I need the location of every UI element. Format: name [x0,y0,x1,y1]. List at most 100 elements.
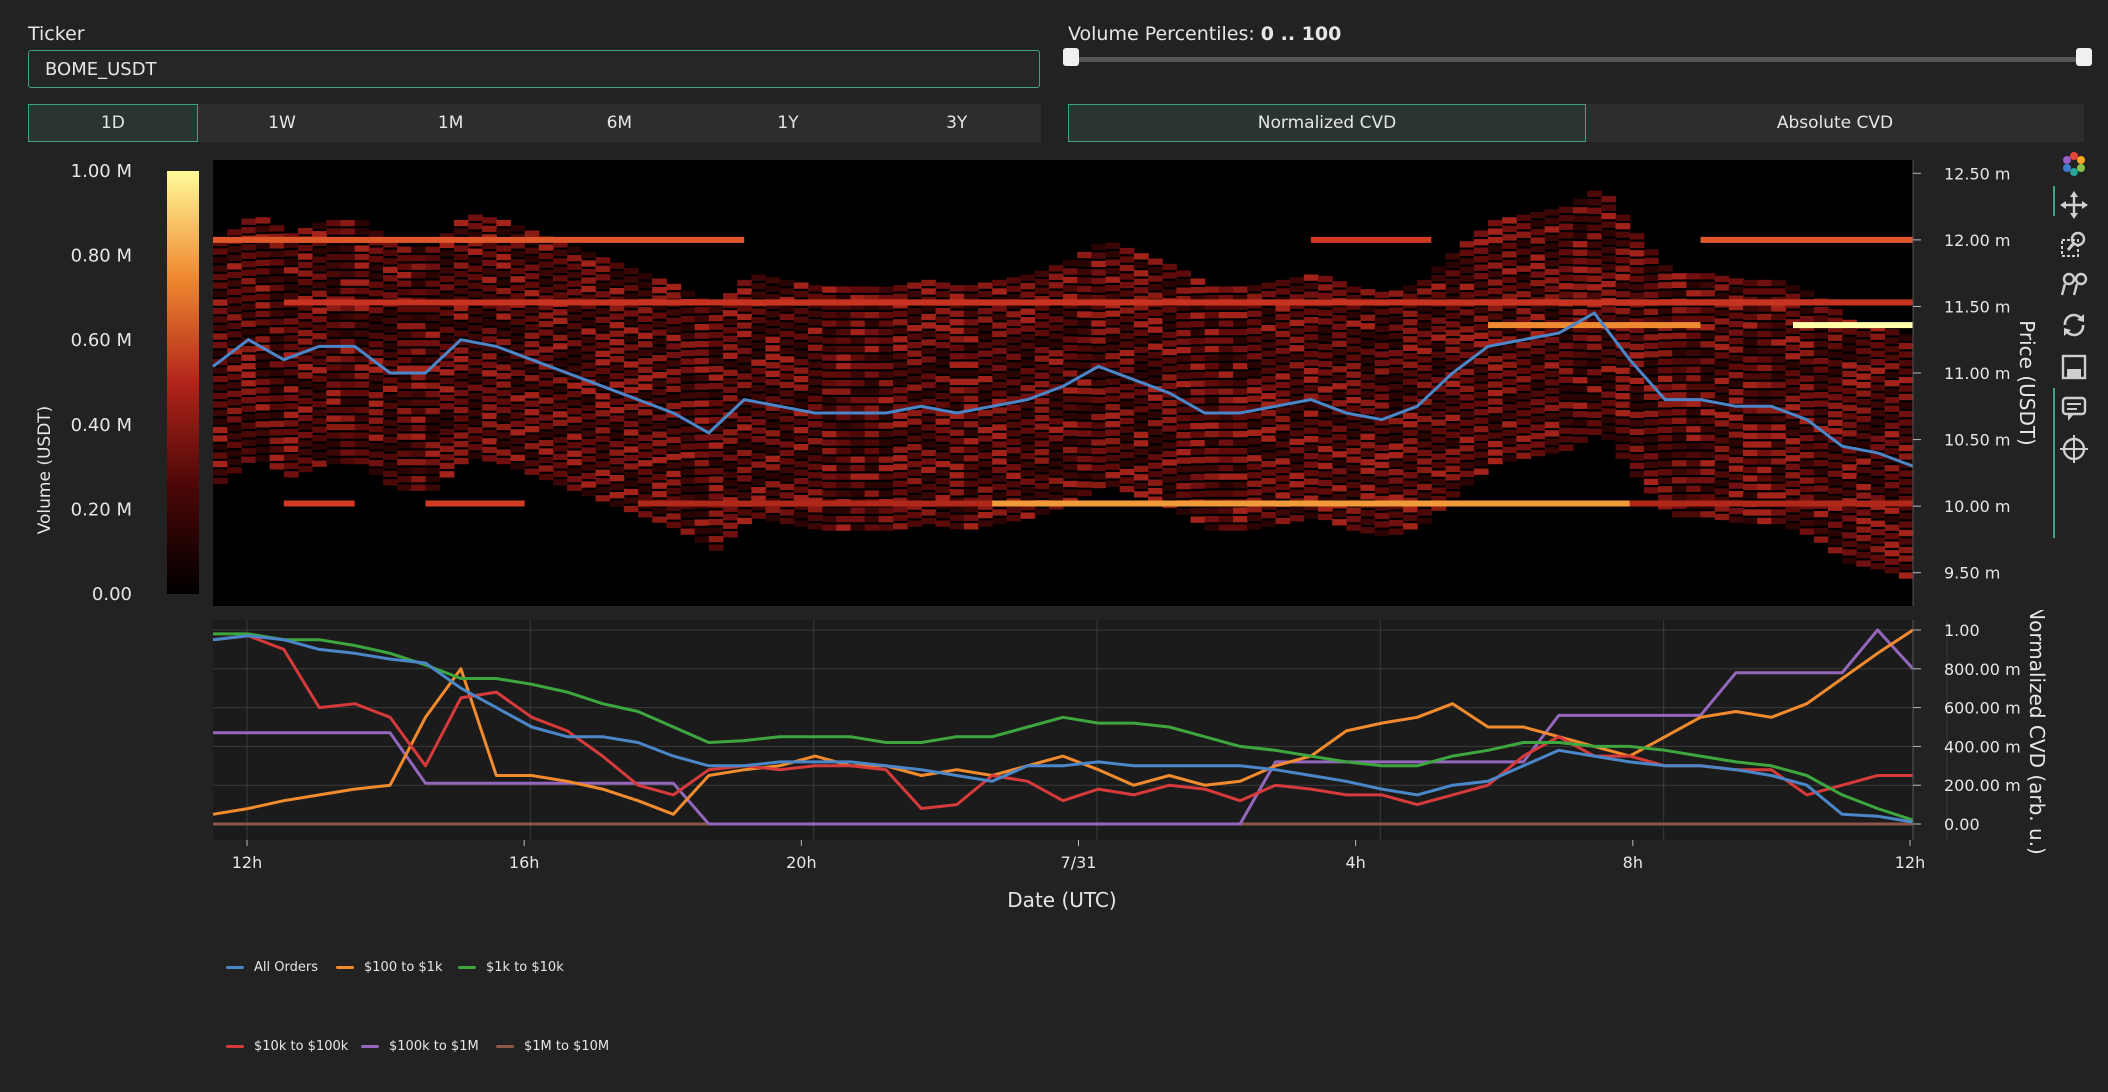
legend-swatch [226,1045,244,1048]
heatmap-cell [312,324,327,331]
legend-item-10k-to-100k[interactable]: $10k to $100k [226,1039,348,1054]
legend-label: $10k to $100k [254,1039,349,1054]
heatmap-cell [1162,467,1177,475]
heatmap-cell [1743,364,1758,372]
heatmap-cell [1176,321,1192,328]
heatmap-cell [694,315,710,322]
heatmap-cell [595,257,611,264]
heatmap-cell [666,360,682,367]
heatmap-cell [1771,509,1787,516]
heatmap-cell [383,419,398,427]
heatmap-cell [1289,404,1305,411]
heatmap-cell [708,459,724,466]
heatmap-cell [383,343,398,350]
heatmap-cell [1388,528,1404,535]
heatmap-cell [538,405,554,413]
heatmap-cell [1275,305,1291,312]
legend-item-100k-to-1m[interactable]: $100k to $1M [361,1039,479,1054]
heatmap-cell [878,337,894,344]
timeframe-button-1w[interactable]: 1W [198,104,367,142]
heatmap-cell [340,398,356,405]
heatmap-cell [1870,563,1886,570]
heatmap-cell [1700,358,1716,365]
heatmap-cell [1303,359,1319,366]
heatmap-cell [1459,453,1475,461]
heatmap-cell [1105,293,1121,300]
cvd-mode-button-absolute-cvd[interactable]: Absolute CVD [1586,104,2084,142]
heatmap-cell [1233,422,1248,429]
ticker-input[interactable] [28,50,1040,88]
heatmap-cell [978,350,993,357]
heatmap-cell [269,242,285,249]
heatmap-cell [1757,424,1772,431]
heatmap-cell [1162,442,1177,449]
heatmap-cell [935,486,951,493]
heatmap-cell [1176,330,1192,337]
legend-item-all-orders[interactable]: All Orders [226,960,318,975]
heatmap-cell [1828,530,1843,537]
heatmap-cell [1275,424,1291,431]
heatmap-cell [283,284,299,291]
pan-icon[interactable] [2056,188,2092,222]
volume-percentiles-track[interactable] [1071,57,2085,62]
timeframe-button-1m[interactable]: 1M [366,104,535,142]
heatmap-cell [921,356,937,363]
heatmap-cell [1388,511,1404,518]
spike-icon[interactable] [2056,432,2092,466]
zoom-icon[interactable] [2056,228,2092,262]
reset-icon[interactable] [2056,308,2092,342]
heatmap-cell [1204,362,1220,370]
heatmap-cell [567,314,582,321]
heatmap-cell [1743,449,1758,457]
heatmap-cell [723,310,738,317]
heatmap-cell [510,242,526,249]
heatmap-cell [1148,335,1163,342]
heatmap-cell [1063,276,1078,284]
heatmap-cell [1105,387,1121,394]
heatmap-cell [524,468,540,475]
heatmap-cell [949,489,965,496]
heatmap-cell [1728,473,1744,481]
hover-icon[interactable] [2056,392,2092,426]
heatmap-cell [241,405,257,412]
heatmap-cell [1346,524,1362,531]
timeframe-button-3y[interactable]: 3Y [872,104,1041,142]
heatmap-cell [1799,307,1815,314]
heatmap-cell [1077,438,1092,446]
heatmap-cell [822,396,837,404]
save-icon[interactable] [2056,350,2092,384]
heatmap-cell [1459,292,1475,299]
heatmap-cell [1006,285,1022,292]
legend-item-1m-to-10m[interactable]: $1M to $10M [496,1039,609,1054]
heatmap-cell [581,447,597,454]
colorbar-tick-label: 0.20 M [71,499,132,520]
heatmap-cell [354,330,370,337]
heatmap-cell [1672,434,1687,441]
autoscale-icon[interactable] [2056,268,2092,302]
heatmap-cell [1445,414,1461,421]
heatmap-cell [609,492,625,499]
cvd-mode-button-normalized-cvd[interactable]: Normalized CVD [1068,104,1586,142]
heatmap-cell [1700,332,1716,339]
logo-icon[interactable] [2056,148,2092,182]
heatmap-cell [1502,276,1517,284]
heatmap-cell [1176,372,1192,379]
volume-percentiles-high-handle[interactable] [2076,48,2092,66]
heatmap-cell [1672,485,1687,492]
volume-percentiles-low-handle[interactable] [1063,48,1079,66]
heatmap-cell [793,333,809,340]
timeframe-button-1y[interactable]: 1Y [704,104,873,142]
heatmap-cell [241,448,257,455]
heatmap-cell [779,322,795,329]
heatmap-cell [1063,412,1078,420]
heatmap-cell [1601,255,1617,262]
timeframe-button-6m[interactable]: 6M [535,104,704,142]
legend-item-1k-to-10k[interactable]: $1k to $10k [458,960,564,975]
legend-item-100-to-1k[interactable]: $100 to $1k [336,960,442,975]
heatmap-cell [1332,357,1347,364]
timeframe-button-1d[interactable]: 1D [28,104,198,142]
heatmap-cell [453,219,469,227]
heatmap-cell [1502,217,1517,224]
heatmap-cell [354,253,370,261]
ticker-label: Ticker [28,23,85,45]
